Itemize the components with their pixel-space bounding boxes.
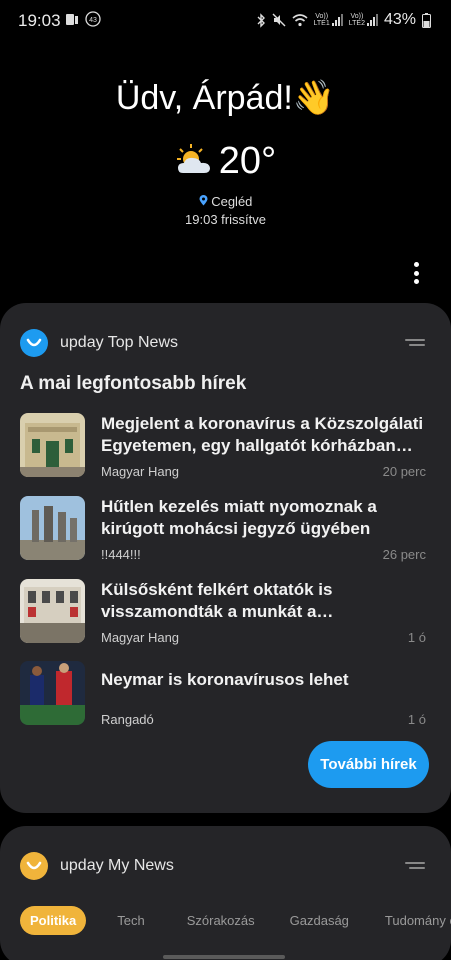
upday-yellow-logo-icon xyxy=(20,852,48,880)
news-age: 1 ó xyxy=(407,630,426,645)
drag-handle-icon[interactable] xyxy=(405,339,425,347)
news-thumbnail xyxy=(20,579,85,643)
news-source: Magyar Hang xyxy=(101,630,180,645)
waving-hand-icon: 👋 xyxy=(292,79,336,117)
location-pin-icon xyxy=(199,194,212,209)
svg-text:43: 43 xyxy=(89,17,97,24)
news-thumbnail xyxy=(20,496,85,560)
top-news-card: upday Top News A mai legfontosabb hírek … xyxy=(0,303,451,813)
upday-blue-logo-icon xyxy=(20,329,48,357)
news-headline: Külsősként felkért oktatók is visszamond… xyxy=(101,580,334,621)
news-age: 20 perc xyxy=(382,464,426,479)
news-headline: Neymar is koronavírusos lehet xyxy=(101,670,349,689)
news-item[interactable]: Külsősként felkért oktatók is visszamond… xyxy=(20,579,431,645)
my-news-header: upday My News xyxy=(20,852,174,880)
top-news-title: upday Top News xyxy=(60,334,178,351)
drag-handle-icon[interactable] xyxy=(405,862,425,870)
tab-politika[interactable]: Politika xyxy=(20,906,87,935)
my-news-title: upday My News xyxy=(60,857,174,874)
greeting: Üdv, Árpád!👋 xyxy=(0,78,451,118)
news-source: !!444!!! xyxy=(101,547,141,562)
news-item[interactable]: Hűtlen kezelés miatt nyomoznak a kirúgot… xyxy=(20,496,431,562)
news-headline: Megjelent a koronavírus a Közszolgálati … xyxy=(101,414,424,455)
status-right-icons: Vo)) LTE1 Vo)) LTE2 43% xyxy=(256,11,431,29)
news-age: 26 perc xyxy=(382,547,426,562)
notification-badge-icon: 43 xyxy=(85,11,101,27)
news-thumbnail xyxy=(20,413,85,477)
section-title: A mai legfontosabb hírek xyxy=(20,373,247,394)
tab-tudomany[interactable]: Tudomány é xyxy=(385,906,451,935)
weather-location: Cegléd xyxy=(0,194,451,209)
news-age: 1 ó xyxy=(407,712,426,727)
greeting-text: Üdv, Árpád! xyxy=(115,79,293,117)
status-bar: 19:03 43 Vo)) LTE1 Vo)) LTE2 43% xyxy=(0,0,451,42)
status-left-icons: 43 xyxy=(65,11,101,27)
bluetooth-icon xyxy=(256,12,266,28)
home-indicator[interactable] xyxy=(163,955,285,959)
my-news-card: upday My News Politika Tech Szórakozás G… xyxy=(0,826,451,960)
weather-updated: 19:03 frissítve xyxy=(185,212,266,227)
partly-sunny-icon xyxy=(175,143,213,180)
battery-percent: 43% xyxy=(383,11,416,28)
tab-szorakozas[interactable]: Szórakozás xyxy=(187,906,255,935)
news-item[interactable]: Megjelent a koronavírus a Közszolgálati … xyxy=(20,413,431,479)
signal-lte1-icon: Vo)) LTE1 xyxy=(314,13,343,27)
tab-tech[interactable]: Tech xyxy=(117,906,144,935)
news-source: Rangadó xyxy=(101,712,154,727)
mute-icon xyxy=(272,13,286,27)
battery-icon xyxy=(422,12,431,28)
wifi-icon xyxy=(292,13,308,27)
weather-widget[interactable]: 20° xyxy=(0,140,451,183)
notification-icon xyxy=(65,12,79,27)
temperature: 20° xyxy=(218,140,277,182)
news-headline: Hűtlen kezelés miatt nyomoznak a kirúgot… xyxy=(101,497,377,538)
news-item[interactable]: Neymar is koronavírusos lehet Rangadó 1 … xyxy=(20,661,431,727)
news-thumbnail xyxy=(20,661,85,725)
status-time: 19:03 xyxy=(18,11,61,30)
signal-lte2-icon: Vo)) LTE2 xyxy=(349,13,378,27)
news-source: Magyar Hang xyxy=(101,464,180,479)
top-news-header: upday Top News xyxy=(20,329,178,357)
location-name: Cegléd xyxy=(211,194,253,209)
tab-gazdasag[interactable]: Gazdaság xyxy=(290,906,349,935)
more-news-button[interactable]: További hírek xyxy=(308,741,429,788)
category-tabs: Politika Tech Szórakozás Gazdaság Tudomá… xyxy=(20,906,451,935)
more-options-icon[interactable] xyxy=(408,262,424,284)
